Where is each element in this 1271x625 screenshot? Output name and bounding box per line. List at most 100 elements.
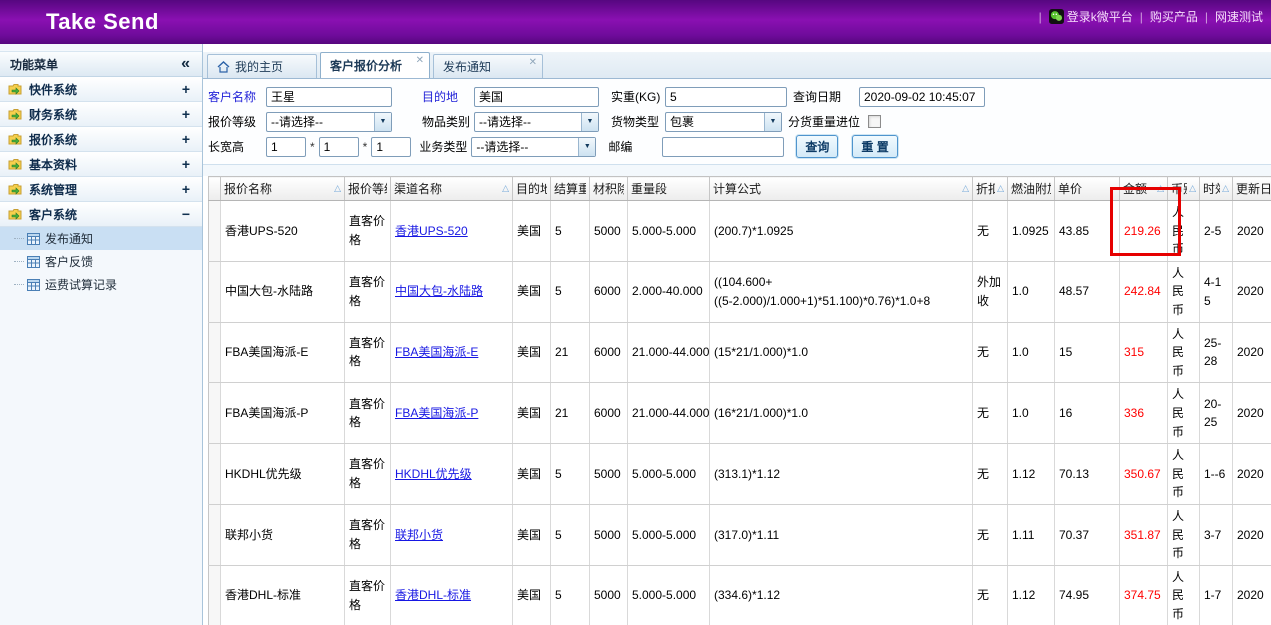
col-header-grade[interactable]: 报价等级 xyxy=(345,177,391,201)
cell-settle: 5 xyxy=(551,565,590,625)
channel-link[interactable]: FBA美国海派-E xyxy=(395,345,478,359)
expand-toggle-icon[interactable]: + xyxy=(182,106,190,122)
col-header-fuel[interactable]: 燃油附加费 xyxy=(1008,177,1055,201)
top-links: |登录k微平台|购买产品|网速测试 xyxy=(1039,8,1263,25)
close-icon[interactable]: ✕ xyxy=(529,57,537,68)
dimensions-label: 长宽高 xyxy=(208,138,266,155)
chevron-down-icon[interactable]: ▼ xyxy=(578,138,595,156)
cell-unit: 74.95 xyxy=(1055,565,1120,625)
destination-label: 目的地 xyxy=(422,88,474,105)
close-icon[interactable]: ✕ xyxy=(416,55,424,66)
sidebar-item-3[interactable]: 基本资料+ xyxy=(0,152,202,177)
top-link[interactable]: 购买产品 xyxy=(1150,8,1198,25)
col-header-spacer xyxy=(209,177,221,201)
sort-icon[interactable]: △ xyxy=(995,183,1004,194)
cell-settle: 5 xyxy=(551,504,590,565)
sort-icon[interactable]: △ xyxy=(1155,183,1164,194)
folder-icon xyxy=(8,108,23,121)
cell-discount: 无 xyxy=(973,444,1008,505)
table-row: 香港UPS-520直客价格香港UPS-520美国550005.000-5.000… xyxy=(209,201,1271,262)
expand-toggle-icon[interactable]: + xyxy=(182,81,190,97)
expand-toggle-icon[interactable]: + xyxy=(182,156,190,172)
zip-label: 邮编 xyxy=(608,138,662,155)
col-header-dest[interactable]: 目的地 xyxy=(513,177,551,201)
col-header-amount[interactable]: 金额△ xyxy=(1120,177,1168,201)
col-header-formula[interactable]: 计算公式△ xyxy=(710,177,973,201)
tree-line xyxy=(14,238,24,239)
search-button[interactable]: 查询 xyxy=(796,135,838,158)
quote-grade-select[interactable]: --请选择-- ▼ xyxy=(266,112,392,132)
app-logo: Take Send xyxy=(46,9,159,35)
sidebar-item-4[interactable]: 系统管理+ xyxy=(0,177,202,202)
top-link[interactable]: 网速测试 xyxy=(1215,8,1263,25)
col-header-vol[interactable]: 材积除 xyxy=(590,177,628,201)
expand-toggle-icon[interactable]: − xyxy=(182,206,190,222)
tab-2[interactable]: 发布通知✕ xyxy=(433,54,543,78)
cell-fuel: 1.0 xyxy=(1008,383,1055,444)
channel-link[interactable]: FBA美国海派-P xyxy=(395,406,478,420)
sort-icon[interactable]: △ xyxy=(960,183,969,194)
sort-icon[interactable]: △ xyxy=(1220,183,1229,194)
col-header-discount[interactable]: 折扣△ xyxy=(973,177,1008,201)
channel-link[interactable]: 香港UPS-520 xyxy=(395,224,468,238)
split-weight-checkbox[interactable] xyxy=(868,115,881,128)
cell-range: 21.000-44.000 xyxy=(628,383,710,444)
expand-toggle-icon[interactable]: + xyxy=(182,131,190,147)
sidebar-subitem-0[interactable]: 发布通知 xyxy=(0,227,202,250)
col-header-settle[interactable]: 结算重量 xyxy=(551,177,590,201)
col-header-currency[interactable]: 币别△ xyxy=(1168,177,1200,201)
cargo-type-select[interactable]: 包裹 ▼ xyxy=(665,112,782,132)
collapse-sidebar-icon[interactable]: « xyxy=(181,56,190,72)
cell-discount: 外加收 xyxy=(973,261,1008,322)
cell-fuel: 1.0 xyxy=(1008,322,1055,383)
biz-type-select[interactable]: --请选择-- ▼ xyxy=(471,137,596,157)
cell-currency: 人民币 xyxy=(1168,565,1200,625)
col-header-range[interactable]: 重量段 xyxy=(628,177,710,201)
sidebar-item-label: 财务系统 xyxy=(29,106,182,123)
channel-link[interactable]: 联邦小货 xyxy=(395,528,443,542)
tab-0[interactable]: 我的主页 xyxy=(207,54,317,78)
reset-button[interactable]: 重 置 xyxy=(852,135,897,158)
width-input[interactable] xyxy=(319,137,359,157)
destination-input[interactable] xyxy=(474,87,599,107)
col-header-channel[interactable]: 渠道名称△ xyxy=(391,177,513,201)
chevron-down-icon[interactable]: ▼ xyxy=(374,113,391,131)
cell-dest: 美国 xyxy=(513,261,551,322)
top-link[interactable]: 登录k微平台 xyxy=(1049,8,1133,25)
sidebar-item-5[interactable]: 客户系统− xyxy=(0,202,202,227)
length-input[interactable] xyxy=(266,137,306,157)
folder-icon xyxy=(8,208,23,221)
zip-input[interactable] xyxy=(662,137,784,157)
sort-icon[interactable]: △ xyxy=(500,183,509,194)
chevron-down-icon[interactable]: ▼ xyxy=(764,113,781,131)
chevron-down-icon[interactable]: ▼ xyxy=(581,113,598,131)
sidebar-item-0[interactable]: 快件系统+ xyxy=(0,77,202,102)
col-header-unit[interactable]: 单价 xyxy=(1055,177,1120,201)
cargo-type-label: 货物类型 xyxy=(611,113,665,130)
expand-toggle-icon[interactable]: + xyxy=(182,181,190,197)
sidebar-subitem-2[interactable]: 运费试算记录 xyxy=(0,273,202,296)
query-form: 客户名称 目的地 实重(KG) 查询日期 报价等级 --请选择-- ▼ 物品类别… xyxy=(203,79,1271,165)
channel-link[interactable]: 香港DHL-标准 xyxy=(395,588,471,602)
weight-input[interactable] xyxy=(665,87,787,107)
query-date-input[interactable] xyxy=(859,87,985,107)
tab-1[interactable]: 客户报价分析✕ xyxy=(320,52,430,78)
sort-icon[interactable]: △ xyxy=(1187,183,1196,194)
cell-updated: 2020 xyxy=(1233,504,1271,565)
sort-icon[interactable]: △ xyxy=(332,183,341,194)
customer-name-input[interactable] xyxy=(266,87,392,107)
sidebar-item-1[interactable]: 财务系统+ xyxy=(0,102,202,127)
cell-formula: (200.7)*1.0925 xyxy=(710,201,973,262)
cell-vol: 5000 xyxy=(590,444,628,505)
height-input[interactable] xyxy=(371,137,411,157)
col-header-name[interactable]: 报价名称△ xyxy=(221,177,345,201)
cell-lead: 20-25 xyxy=(1200,383,1233,444)
sidebar-subitem-1[interactable]: 客户反馈 xyxy=(0,250,202,273)
table-row: HKDHL优先级直客价格HKDHL优先级美国550005.000-5.000(3… xyxy=(209,444,1271,505)
col-header-updated[interactable]: 更新日期 xyxy=(1233,177,1271,201)
item-type-select[interactable]: --请选择-- ▼ xyxy=(474,112,599,132)
channel-link[interactable]: 中国大包-水陆路 xyxy=(395,284,483,298)
col-header-lead[interactable]: 时效△ xyxy=(1200,177,1233,201)
sidebar-item-2[interactable]: 报价系统+ xyxy=(0,127,202,152)
channel-link[interactable]: HKDHL优先级 xyxy=(395,467,472,481)
